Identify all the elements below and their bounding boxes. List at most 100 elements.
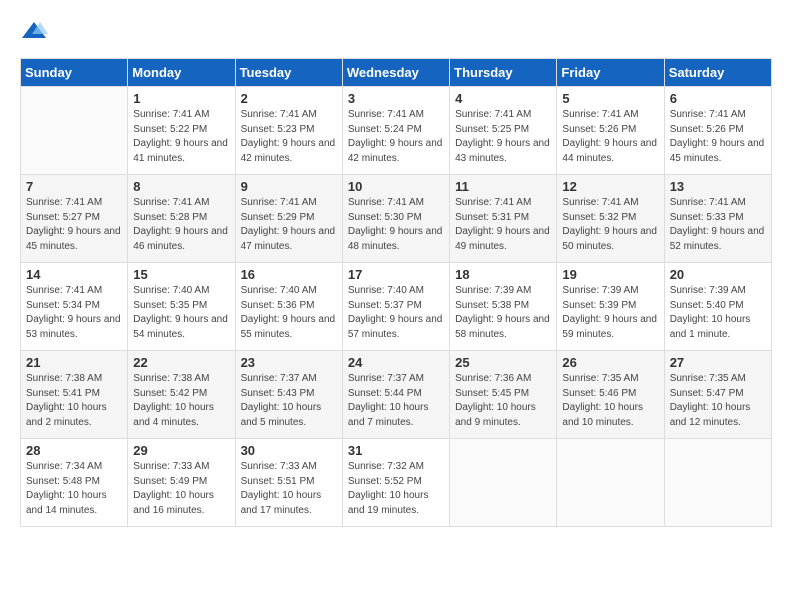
calendar-cell: 14 Sunrise: 7:41 AMSunset: 5:34 PMDayligh…: [21, 263, 128, 351]
calendar-week-row: 7 Sunrise: 7:41 AMSunset: 5:27 PMDaylight…: [21, 175, 772, 263]
calendar-cell: 10 Sunrise: 7:41 AMSunset: 5:30 PMDayligh…: [342, 175, 449, 263]
day-number: 30: [241, 443, 337, 458]
day-number: 12: [562, 179, 658, 194]
calendar-cell: 15 Sunrise: 7:40 AMSunset: 5:35 PMDayligh…: [128, 263, 235, 351]
weekday-header-friday: Friday: [557, 59, 664, 87]
day-info: Sunrise: 7:41 AMSunset: 5:23 PMDaylight:…: [241, 108, 337, 166]
calendar-cell: [664, 439, 771, 527]
calendar-cell: 2 Sunrise: 7:41 AMSunset: 5:23 PMDaylight…: [235, 87, 342, 175]
calendar-cell: 3Sunrise: 7:41 AMSunset: 5:24 PMDaylight…: [342, 87, 449, 175]
calendar-table: SundayMondayTuesdayWednesdayThursdayFrid…: [20, 58, 772, 527]
calendar-week-row: 28Sunrise: 7:34 AMSunset: 5:48 PMDayligh…: [21, 439, 772, 527]
day-info: Sunrise: 7:41 AMSunset: 5:26 PMDaylight:…: [562, 108, 658, 166]
day-info: Sunrise: 7:40 AMSunset: 5:36 PMDaylight:…: [241, 284, 337, 342]
weekday-header-tuesday: Tuesday: [235, 59, 342, 87]
day-number: 1: [133, 91, 229, 106]
day-info: Sunrise: 7:41 AMSunset: 5:30 PMDaylight:…: [348, 196, 444, 254]
day-info: Sunrise: 7:41 AMSunset: 5:26 PMDaylight:…: [670, 108, 766, 166]
day-info: Sunrise: 7:41 AMSunset: 5:33 PMDaylight:…: [670, 196, 766, 254]
day-info: Sunrise: 7:39 AMSunset: 5:38 PMDaylight:…: [455, 284, 551, 342]
calendar-cell: 26Sunrise: 7:35 AMSunset: 5:46 PMDayligh…: [557, 351, 664, 439]
day-info: Sunrise: 7:39 AMSunset: 5:39 PMDaylight:…: [562, 284, 658, 342]
calendar-cell: 21 Sunrise: 7:38 AMSunset: 5:41 PMDayligh…: [21, 351, 128, 439]
day-number: 20: [670, 267, 766, 282]
weekday-header-monday: Monday: [128, 59, 235, 87]
day-info: Sunrise: 7:37 AMSunset: 5:44 PMDaylight:…: [348, 372, 444, 430]
calendar-cell: [21, 87, 128, 175]
day-number: 15: [133, 267, 229, 282]
day-info: Sunrise: 7:41 AMSunset: 5:25 PMDaylight:…: [455, 108, 551, 166]
day-number: 5: [562, 91, 658, 106]
day-number: 29: [133, 443, 229, 458]
day-number: 11: [455, 179, 551, 194]
calendar-cell: 19Sunrise: 7:39 AMSunset: 5:39 PMDayligh…: [557, 263, 664, 351]
day-info: Sunrise: 7:41 AMSunset: 5:27 PMDaylight:…: [26, 196, 122, 254]
day-number: 7: [26, 179, 122, 194]
day-info: Sunrise: 7:35 AMSunset: 5:46 PMDaylight:…: [562, 372, 658, 430]
day-number: 23: [241, 355, 337, 370]
calendar-cell: 4 Sunrise: 7:41 AMSunset: 5:25 PMDaylight…: [450, 87, 557, 175]
day-number: 17: [348, 267, 444, 282]
day-info: Sunrise: 7:41 AMSunset: 5:31 PMDaylight:…: [455, 196, 551, 254]
day-number: 4: [455, 91, 551, 106]
day-info: Sunrise: 7:33 AMSunset: 5:51 PMDaylight:…: [241, 460, 337, 518]
day-info: Sunrise: 7:40 AMSunset: 5:35 PMDaylight:…: [133, 284, 229, 342]
day-number: 27: [670, 355, 766, 370]
day-number: 10: [348, 179, 444, 194]
day-info: Sunrise: 7:41 AMSunset: 5:28 PMDaylight:…: [133, 196, 229, 254]
day-info: Sunrise: 7:38 AMSunset: 5:41 PMDaylight:…: [26, 372, 122, 430]
day-number: 9: [241, 179, 337, 194]
calendar-cell: 25Sunrise: 7:36 AMSunset: 5:45 PMDayligh…: [450, 351, 557, 439]
day-number: 24: [348, 355, 444, 370]
day-number: 16: [241, 267, 337, 282]
calendar-week-row: 1 Sunrise: 7:41 AMSunset: 5:22 PMDaylight…: [21, 87, 772, 175]
day-number: 21: [26, 355, 122, 370]
page-header: [20, 20, 772, 42]
day-info: Sunrise: 7:41 AMSunset: 5:29 PMDaylight:…: [241, 196, 337, 254]
day-info: Sunrise: 7:32 AMSunset: 5:52 PMDaylight:…: [348, 460, 444, 518]
day-number: 13: [670, 179, 766, 194]
weekday-header-thursday: Thursday: [450, 59, 557, 87]
day-info: Sunrise: 7:41 AMSunset: 5:34 PMDaylight:…: [26, 284, 122, 342]
day-info: Sunrise: 7:41 AMSunset: 5:22 PMDaylight:…: [133, 108, 229, 166]
day-number: 8: [133, 179, 229, 194]
calendar-cell: 7 Sunrise: 7:41 AMSunset: 5:27 PMDaylight…: [21, 175, 128, 263]
day-number: 6: [670, 91, 766, 106]
calendar-cell: 9 Sunrise: 7:41 AMSunset: 5:29 PMDaylight…: [235, 175, 342, 263]
weekday-header-saturday: Saturday: [664, 59, 771, 87]
calendar-cell: 13 Sunrise: 7:41 AMSunset: 5:33 PMDayligh…: [664, 175, 771, 263]
day-info: Sunrise: 7:33 AMSunset: 5:49 PMDaylight:…: [133, 460, 229, 518]
calendar-cell: 6 Sunrise: 7:41 AMSunset: 5:26 PMDaylight…: [664, 87, 771, 175]
calendar-cell: 20 Sunrise: 7:39 AMSunset: 5:40 PMDayligh…: [664, 263, 771, 351]
day-info: Sunrise: 7:36 AMSunset: 5:45 PMDaylight:…: [455, 372, 551, 430]
calendar-cell: 30 Sunrise: 7:33 AMSunset: 5:51 PMDayligh…: [235, 439, 342, 527]
day-info: Sunrise: 7:38 AMSunset: 5:42 PMDaylight:…: [133, 372, 229, 430]
day-number: 2: [241, 91, 337, 106]
calendar-cell: 24 Sunrise: 7:37 AMSunset: 5:44 PMDayligh…: [342, 351, 449, 439]
calendar-cell: 11 Sunrise: 7:41 AMSunset: 5:31 PMDayligh…: [450, 175, 557, 263]
calendar-cell: 23 Sunrise: 7:37 AMSunset: 5:43 PMDayligh…: [235, 351, 342, 439]
calendar-cell: 18Sunrise: 7:39 AMSunset: 5:38 PMDayligh…: [450, 263, 557, 351]
day-info: Sunrise: 7:35 AMSunset: 5:47 PMDaylight:…: [670, 372, 766, 430]
calendar-cell: 8 Sunrise: 7:41 AMSunset: 5:28 PMDaylight…: [128, 175, 235, 263]
logo-icon: [20, 20, 48, 42]
weekday-header-wednesday: Wednesday: [342, 59, 449, 87]
calendar-cell: 5 Sunrise: 7:41 AMSunset: 5:26 PMDaylight…: [557, 87, 664, 175]
calendar-cell: 17Sunrise: 7:40 AMSunset: 5:37 PMDayligh…: [342, 263, 449, 351]
calendar-cell: 12Sunrise: 7:41 AMSunset: 5:32 PMDayligh…: [557, 175, 664, 263]
calendar-header-row: SundayMondayTuesdayWednesdayThursdayFrid…: [21, 59, 772, 87]
day-info: Sunrise: 7:37 AMSunset: 5:43 PMDaylight:…: [241, 372, 337, 430]
calendar-week-row: 14 Sunrise: 7:41 AMSunset: 5:34 PMDayligh…: [21, 263, 772, 351]
day-info: Sunrise: 7:34 AMSunset: 5:48 PMDaylight:…: [26, 460, 122, 518]
weekday-header-sunday: Sunday: [21, 59, 128, 87]
logo: [20, 20, 50, 42]
calendar-cell: 27 Sunrise: 7:35 AMSunset: 5:47 PMDayligh…: [664, 351, 771, 439]
day-number: 22: [133, 355, 229, 370]
day-number: 14: [26, 267, 122, 282]
calendar-cell: 28Sunrise: 7:34 AMSunset: 5:48 PMDayligh…: [21, 439, 128, 527]
calendar-week-row: 21 Sunrise: 7:38 AMSunset: 5:41 PMDayligh…: [21, 351, 772, 439]
calendar-cell: 29 Sunrise: 7:33 AMSunset: 5:49 PMDayligh…: [128, 439, 235, 527]
calendar-cell: 22 Sunrise: 7:38 AMSunset: 5:42 PMDayligh…: [128, 351, 235, 439]
day-info: Sunrise: 7:39 AMSunset: 5:40 PMDaylight:…: [670, 284, 766, 342]
day-info: Sunrise: 7:41 AMSunset: 5:24 PMDaylight:…: [348, 108, 444, 166]
